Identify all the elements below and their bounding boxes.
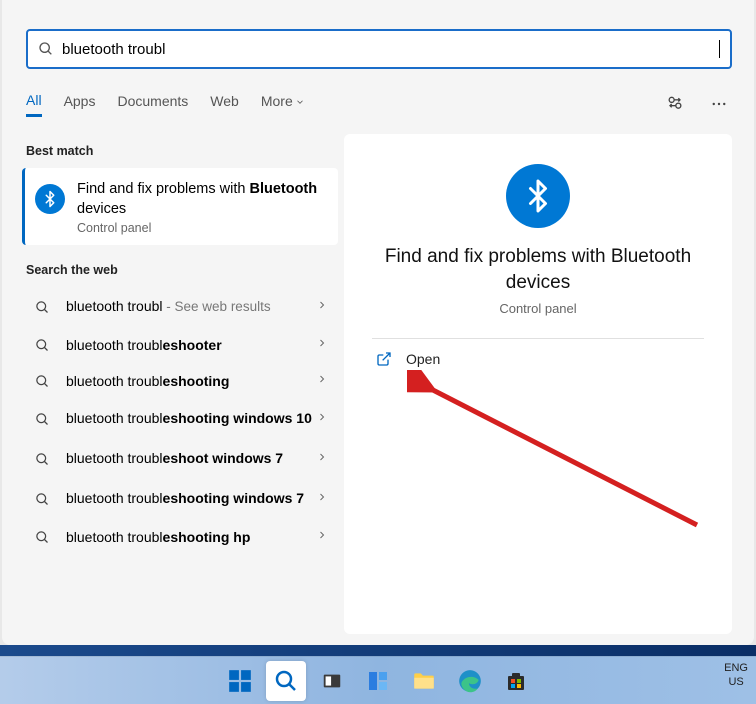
search-icon [32, 530, 52, 545]
web-result[interactable]: bluetooth troubleshooting windows 10 [22, 399, 338, 439]
web-result[interactable]: bluetooth troubleshooting [22, 363, 338, 399]
web-result-text: bluetooth troubleshooter [66, 337, 316, 353]
web-result-text: bluetooth troubleshooting hp [66, 529, 316, 545]
store-button[interactable] [496, 661, 536, 701]
chevron-right-icon [316, 410, 328, 428]
chevron-right-icon [316, 490, 328, 508]
tab-documents[interactable]: Documents [117, 93, 188, 115]
search-button[interactable] [266, 661, 306, 701]
search-icon [32, 374, 52, 389]
search-icon [32, 338, 52, 353]
search-box[interactable]: bluetooth troubl [26, 29, 732, 69]
web-result-text: bluetooth troubleshooting windows 7 [66, 490, 316, 506]
web-result[interactable]: bluetooth troubleshooting hp [22, 519, 338, 555]
search-icon [32, 492, 52, 507]
search-icon [38, 41, 54, 57]
best-match-label: Best match [26, 144, 338, 158]
web-result[interactable]: bluetooth troubleshooting windows 7 [22, 479, 338, 519]
web-result[interactable]: bluetooth troubleshooter [22, 327, 338, 363]
best-match-title: Find and fix problems with Bluetooth dev… [77, 180, 328, 219]
best-match-subtitle: Control panel [77, 221, 328, 235]
tab-apps[interactable]: Apps [64, 93, 96, 115]
search-icon [32, 412, 52, 427]
web-result[interactable]: bluetooth troubl - See web results [22, 287, 338, 327]
search-input-text: bluetooth troubl [62, 41, 719, 58]
web-result[interactable]: bluetooth troubleshoot windows 7 [22, 439, 338, 479]
detail-title: Find and fix problems with Bluetooth dev… [362, 244, 714, 295]
open-external-icon [376, 351, 392, 367]
widgets-button[interactable] [358, 661, 398, 701]
search-web-label: Search the web [26, 263, 338, 277]
file-explorer-button[interactable] [404, 661, 444, 701]
more-options-icon[interactable] [708, 93, 730, 115]
task-view-button[interactable] [312, 661, 352, 701]
chevron-right-icon [316, 450, 328, 468]
account-switch-icon[interactable] [664, 93, 686, 115]
tab-web[interactable]: Web [210, 93, 239, 115]
chevron-down-icon [295, 97, 305, 107]
text-caret [719, 40, 720, 58]
web-result-text: bluetooth troubleshooting windows 10 [66, 410, 316, 426]
chevron-right-icon [316, 528, 328, 546]
tab-all[interactable]: All [26, 92, 42, 117]
search-icon [32, 452, 52, 467]
best-match-result[interactable]: Find and fix problems with Bluetooth dev… [22, 168, 338, 245]
results-column: Best match Find and fix problems with Bl… [22, 134, 338, 555]
web-result-text: bluetooth troubl - See web results [66, 298, 316, 314]
bluetooth-icon [506, 164, 570, 228]
search-panel: bluetooth troubl All Apps Documents Web … [2, 0, 754, 645]
chevron-right-icon [316, 336, 328, 354]
search-icon [32, 300, 52, 315]
web-results-list: bluetooth troubl - See web results blueto… [22, 287, 338, 555]
filter-tabs: All Apps Documents Web More [26, 90, 730, 118]
language-indicator[interactable]: ENG US [724, 661, 748, 690]
web-result-text: bluetooth troubleshoot windows 7 [66, 450, 316, 466]
chevron-right-icon [316, 298, 328, 316]
web-result-text: bluetooth troubleshooting [66, 373, 316, 389]
start-button[interactable] [220, 661, 260, 701]
edge-button[interactable] [450, 661, 490, 701]
open-label: Open [406, 351, 440, 367]
tab-more[interactable]: More [261, 93, 305, 115]
detail-subtitle: Control panel [362, 301, 714, 316]
chevron-right-icon [316, 372, 328, 390]
detail-panel: Find and fix problems with Bluetooth dev… [344, 134, 732, 634]
bluetooth-icon [35, 184, 65, 214]
open-action[interactable]: Open [362, 339, 714, 379]
taskbar: ENG US [0, 656, 756, 704]
